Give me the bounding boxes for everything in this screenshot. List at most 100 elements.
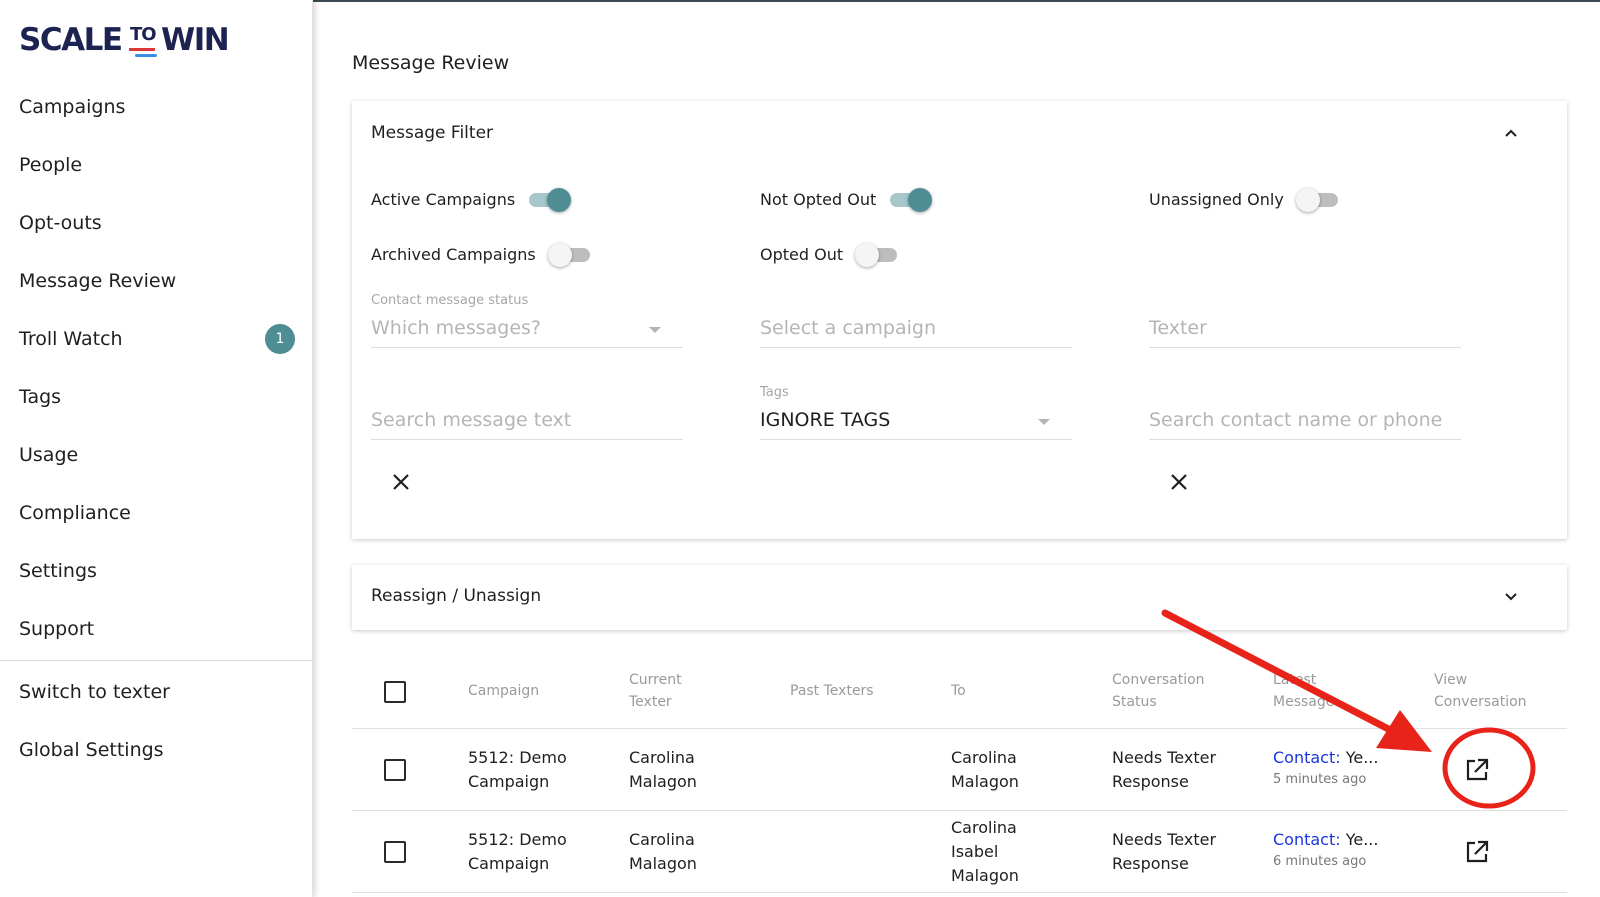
row-latest-message[interactable]: Contact: Ye... 6 minutes ago	[1273, 828, 1378, 872]
sidebar-item-label: Troll Watch	[19, 328, 123, 350]
sidebar-item-support[interactable]: Support	[0, 600, 313, 658]
open-in-new-icon[interactable]	[1464, 757, 1490, 783]
col-current-texter[interactable]: Current Texter	[629, 669, 682, 713]
sidebar-item-message-review[interactable]: Message Review	[0, 252, 313, 310]
campaign-placeholder: Select a campaign	[760, 317, 937, 339]
message-time: 5 minutes ago	[1273, 772, 1367, 787]
search-contact-placeholder: Search contact name or phone	[1149, 409, 1443, 431]
texter-select[interactable]: Texter	[1149, 317, 1461, 348]
logo-word-scale: SCALE	[19, 22, 123, 58]
col-past-texters[interactable]: Past Texters	[790, 680, 874, 702]
message-sender-label: Contact:	[1273, 748, 1341, 767]
tags-select[interactable]: IGNORE TAGS	[760, 409, 1072, 440]
row-campaign-line1: 5512: Demo	[468, 748, 567, 767]
close-icon[interactable]	[390, 471, 412, 493]
sidebar-item-opt-outs[interactable]: Opt-outs	[0, 194, 313, 252]
row-conversation-status: Needs Texter Response	[1112, 746, 1216, 794]
row-status-line2: Response	[1112, 772, 1189, 791]
row-conversation-status: Needs Texter Response	[1112, 828, 1216, 876]
logo-underline-red	[129, 48, 155, 51]
sidebar-item-settings[interactable]: Settings	[0, 542, 313, 600]
row-campaign: 5512: Demo Campaign	[468, 746, 567, 794]
unassigned-only-label: Unassigned Only	[1149, 189, 1284, 209]
sidebar-item-troll-watch[interactable]: Troll Watch 1	[0, 310, 313, 368]
col-to[interactable]: To	[951, 680, 966, 702]
messages-table: Campaign Current Texter Past Texters To …	[352, 655, 1567, 893]
active-campaigns-toggle-row[interactable]: Active Campaigns	[371, 187, 572, 212]
archived-campaigns-label: Archived Campaigns	[371, 244, 536, 264]
sidebar-item-label: Campaigns	[19, 96, 126, 118]
unassigned-only-toggle[interactable]	[1295, 187, 1340, 212]
col-conversation-status-line1: Conversation	[1112, 672, 1205, 688]
sidebar-divider	[0, 660, 313, 661]
search-message-text-input[interactable]: Search message text	[371, 409, 683, 440]
col-current-texter-line2: Texter	[629, 694, 672, 710]
campaign-select[interactable]: Select a campaign	[760, 317, 1072, 348]
contact-status-placeholder: Which messages?	[371, 317, 542, 339]
sidebar-item-label: Usage	[19, 444, 79, 466]
sidebar-item-usage[interactable]: Usage	[0, 426, 313, 484]
sidebar-item-tags[interactable]: Tags	[0, 368, 313, 426]
col-latest-message-line1: Latest	[1273, 672, 1317, 688]
col-conversation-status[interactable]: Conversation Status	[1112, 669, 1205, 713]
tags-label: Tags	[760, 385, 789, 400]
chevron-down-icon[interactable]	[1504, 590, 1518, 604]
scale-to-win-logo[interactable]: SCALE TO WIN	[19, 22, 249, 62]
active-campaigns-toggle[interactable]	[527, 187, 572, 212]
not-opted-out-toggle-row[interactable]: Not Opted Out	[760, 187, 933, 212]
row-to-line1: Carolina	[951, 818, 1017, 837]
not-opted-out-toggle[interactable]	[888, 187, 933, 212]
row-status-line1: Needs Texter	[1112, 830, 1217, 849]
troll-watch-count-badge: 1	[265, 324, 295, 354]
sidebar-item-switch-to-texter[interactable]: Switch to texter	[0, 663, 313, 721]
row-to: Carolina Isabel Malagon	[951, 816, 1019, 888]
page-title: Message Review	[352, 52, 510, 74]
col-view-conversation[interactable]: View Conversation	[1434, 669, 1527, 713]
row-to-line1: Carolina	[951, 748, 1017, 767]
sidebar-item-global-settings[interactable]: Global Settings	[0, 721, 313, 779]
opted-out-toggle[interactable]	[855, 242, 899, 267]
opted-out-toggle-row[interactable]: Opted Out	[760, 242, 899, 267]
contact-status-select[interactable]: Which messages?	[371, 317, 683, 348]
col-latest-message[interactable]: Latest Message	[1273, 669, 1334, 713]
sidebar-item-label: Global Settings	[19, 739, 164, 761]
select-all-checkbox[interactable]	[384, 681, 406, 703]
tags-value: IGNORE TAGS	[760, 409, 891, 431]
search-message-text-placeholder: Search message text	[371, 409, 572, 431]
row-campaign-line1: 5512: Demo	[468, 830, 567, 849]
sidebar-item-label: Message Review	[19, 270, 177, 292]
col-view-conversation-line2: Conversation	[1434, 694, 1527, 710]
reassign-card[interactable]: Reassign / Unassign	[352, 565, 1567, 630]
row-checkbox[interactable]	[384, 841, 406, 863]
search-contact-input[interactable]: Search contact name or phone	[1149, 409, 1461, 440]
sidebar-item-label: People	[19, 154, 83, 176]
row-texter-line1: Carolina	[629, 830, 695, 849]
close-icon[interactable]	[1168, 471, 1190, 493]
sidebar-item-people[interactable]: People	[0, 136, 313, 194]
col-campaign[interactable]: Campaign	[468, 680, 539, 702]
row-campaign: 5512: Demo Campaign	[468, 828, 567, 876]
texter-placeholder: Texter	[1149, 317, 1207, 339]
row-checkbox[interactable]	[384, 759, 406, 781]
unassigned-only-toggle-row[interactable]: Unassigned Only	[1149, 187, 1340, 212]
row-to: Carolina Malagon	[951, 746, 1019, 794]
caret-down-icon	[649, 327, 661, 333]
col-view-conversation-line1: View	[1434, 672, 1468, 688]
chevron-up-icon[interactable]	[1504, 126, 1518, 140]
archived-campaigns-toggle[interactable]	[547, 242, 592, 267]
sidebar-item-label: Switch to texter	[19, 681, 170, 703]
message-filter-header: Message Filter	[371, 123, 494, 143]
row-campaign-line2: Campaign	[468, 772, 550, 791]
row-to-line2: Isabel	[951, 842, 999, 861]
row-current-texter: Carolina Malagon	[629, 828, 697, 876]
row-campaign-line2: Campaign	[468, 854, 550, 873]
message-sender-label: Contact:	[1273, 830, 1341, 849]
sidebar-item-campaigns[interactable]: Campaigns	[0, 78, 313, 136]
open-in-new-icon[interactable]	[1464, 839, 1490, 865]
logo-word-win: WIN	[161, 22, 230, 58]
message-preview: Ye...	[1340, 748, 1379, 767]
archived-campaigns-toggle-row[interactable]: Archived Campaigns	[371, 242, 592, 267]
caret-down-icon	[1038, 419, 1050, 425]
row-latest-message[interactable]: Contact: Ye... 5 minutes ago	[1273, 746, 1378, 790]
sidebar-item-compliance[interactable]: Compliance	[0, 484, 313, 542]
